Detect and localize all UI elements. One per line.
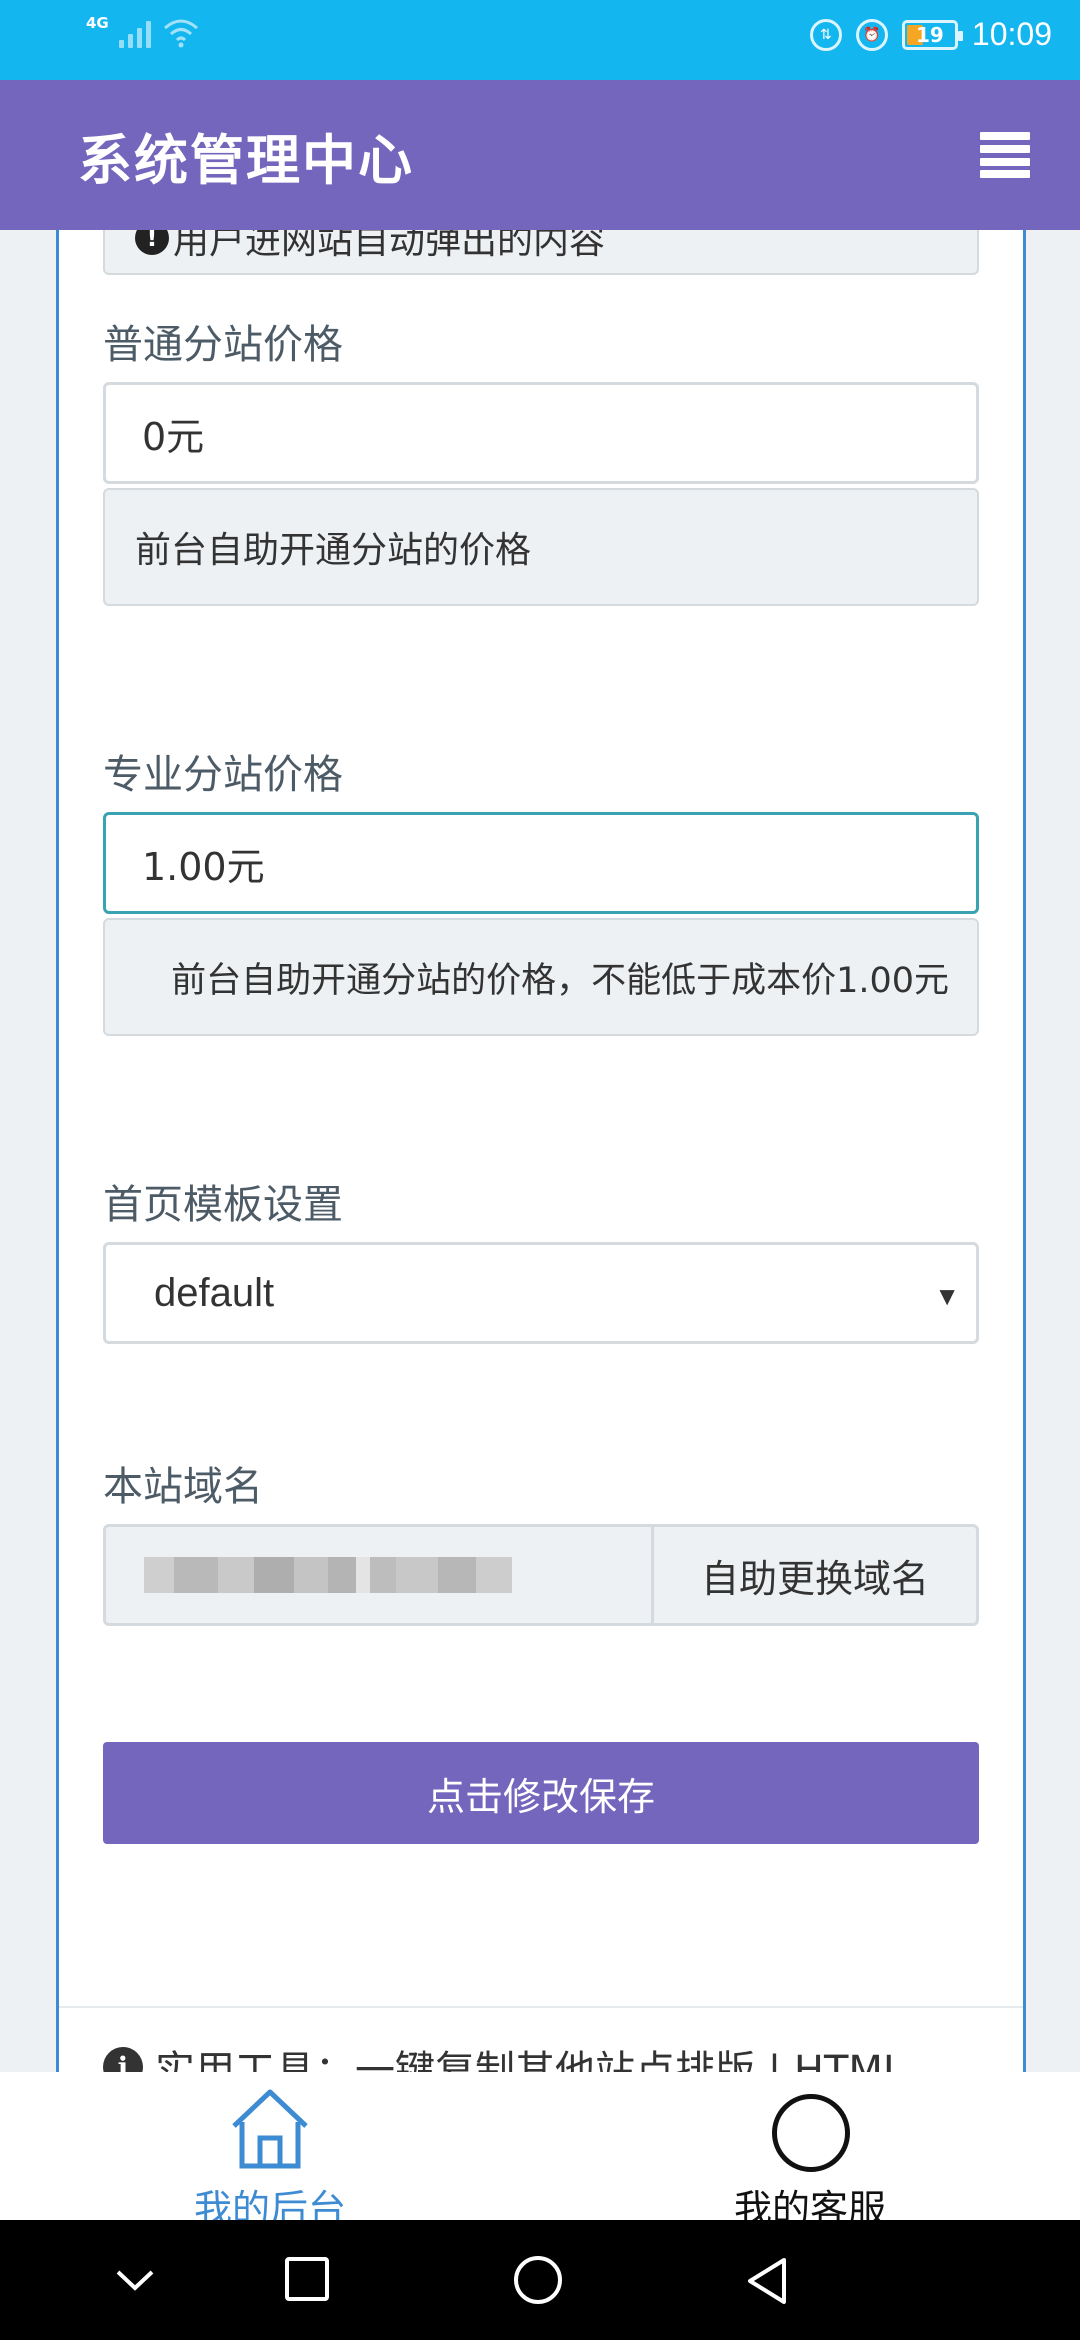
template-selected-value: default — [154, 1270, 275, 1315]
circle-icon — [772, 2094, 850, 2172]
exclamation-icon: ! — [135, 230, 169, 255]
change-domain-button[interactable]: 自助更换域名 — [651, 1524, 979, 1626]
save-button-label: 点击修改保存 — [426, 1774, 655, 1819]
hamburger-menu-icon[interactable] — [980, 132, 1030, 178]
domain-label: 本站域名 — [103, 1464, 263, 1510]
tab-my-service-label: 我的客服 — [733, 2187, 886, 2220]
popup-hint-text: 用户进网站自动弹出的内容 — [173, 230, 606, 262]
battery-level: 19 — [916, 22, 944, 47]
pro-price-input[interactable]: 1.00元 — [103, 812, 979, 914]
home-circle-icon[interactable] — [512, 2256, 564, 2308]
info-icon: i — [103, 2047, 143, 2072]
basic-price-label: 普通分站价格 — [103, 322, 343, 368]
tools-text: 实用工具：一键复制其他站点排版 | HTML — [155, 2048, 906, 2072]
settings-panel: ! 用户进网站自动弹出的内容 普通分站价格 0元 前台自助开通分站的价格 专业分… — [56, 230, 1026, 2072]
basic-price-input[interactable]: 0元 — [103, 382, 979, 484]
app-header: 系统管理中心 — [0, 80, 1080, 230]
tools-line[interactable]: i 实用工具：一键复制其他站点排版 | HTML — [103, 2038, 905, 2072]
home-icon — [232, 2089, 308, 2169]
pro-price-hint: 前台自助开通分站的价格，不能低于成本价1.00元 — [103, 918, 979, 1036]
tab-my-backend[interactable]: 我的后台 — [120, 2072, 420, 2220]
pro-price-value: 1.00元 — [142, 844, 265, 889]
save-button[interactable]: 点击修改保存 — [103, 1742, 979, 1844]
domain-input-group: 自助更换域名 — [103, 1524, 979, 1626]
tab-my-backend-label: 我的后台 — [193, 2187, 346, 2220]
pro-price-hint-text: 前台自助开通分站的价格，不能低于成本价1.00元 — [171, 960, 949, 1001]
section-divider — [59, 2006, 1023, 2008]
alarm-icon: ⏰ — [855, 18, 888, 51]
template-label: 首页模板设置 — [103, 1182, 343, 1228]
change-domain-label: 自助更换域名 — [700, 1556, 929, 1601]
blurred-domain-text — [144, 1557, 512, 1593]
bottom-tab-bar: 我的后台 我的客服 — [0, 2072, 1080, 2220]
domain-field — [103, 1524, 651, 1626]
status-time: 10:09 — [971, 16, 1052, 52]
basic-price-hint: 前台自助开通分站的价格 — [103, 488, 979, 606]
basic-price-value: 0元 — [142, 414, 205, 459]
signal-icon — [118, 18, 151, 48]
status-left: 4G — [86, 14, 201, 48]
network-type-label: 4G — [86, 14, 109, 32]
battery-icon: 19 — [901, 19, 963, 50]
pro-price-label: 专业分站价格 — [103, 752, 343, 798]
popup-content-hint: ! 用户进网站自动弹出的内容 — [103, 230, 979, 275]
basic-price-hint-text: 前台自助开通分站的价格 — [135, 530, 532, 571]
status-right: ⇅ ⏰ 19 10:09 — [809, 16, 1052, 53]
dropdown-arrow-icon: ▼ — [934, 1281, 960, 1311]
wifi-icon — [163, 19, 198, 48]
tab-my-service[interactable]: 我的客服 — [660, 2072, 960, 2220]
status-bar: 4G ⇅ ⏰ 19 10:09 — [0, 0, 1080, 80]
data-saver-icon: ⇅ — [809, 18, 842, 51]
content-viewport[interactable]: ! 用户进网站自动弹出的内容 普通分站价格 0元 前台自助开通分站的价格 专业分… — [0, 230, 1080, 2072]
system-nav-bar — [0, 2220, 1080, 2340]
chevron-down-icon[interactable] — [112, 2256, 158, 2302]
back-triangle-icon[interactable] — [744, 2256, 790, 2306]
template-select[interactable]: default ▼ — [103, 1242, 979, 1344]
app-title: 系统管理中心 — [78, 129, 414, 192]
recent-apps-icon[interactable] — [284, 2256, 330, 2302]
